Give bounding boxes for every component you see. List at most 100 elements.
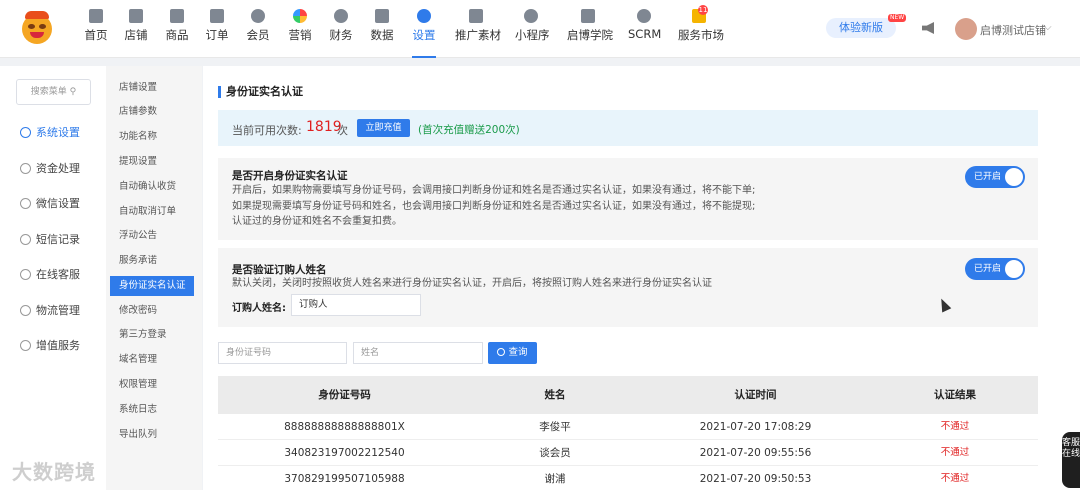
share-icon <box>469 9 483 23</box>
sidebar-item-wechat[interactable]: 微信设置 <box>0 187 106 221</box>
time-cell: 2021-07-20 17:08:29 <box>699 421 812 433</box>
nav-member[interactable]: 会员 <box>246 9 270 49</box>
nav-settings[interactable]: 设置 <box>412 9 436 58</box>
id-number-input[interactable]: 身份证号码 <box>218 342 347 364</box>
submenu-item-id-verification[interactable]: 身份证实名认证 <box>110 276 194 296</box>
submenu-item[interactable]: 系统日志 <box>110 400 194 420</box>
nav-store[interactable]: 店铺 <box>124 9 148 49</box>
submenu-item[interactable]: 功能名称 <box>110 127 194 147</box>
submenu-item[interactable]: 自动取消订单 <box>110 202 194 222</box>
page-title: 身份证实名认证 <box>218 86 303 98</box>
headset-icon <box>20 269 31 280</box>
enable-verification-toggle[interactable]: 已开启 <box>965 166 1025 188</box>
name-cell: 谈会员 <box>539 447 571 459</box>
try-new-version-button[interactable]: 体验新版 <box>826 18 896 38</box>
id-number-cell: 370829199507105988 <box>284 473 405 485</box>
member-icon <box>251 9 265 23</box>
result-cell: 不通过 <box>940 421 970 432</box>
recharge-button[interactable]: 立即充值 <box>357 119 410 137</box>
submenu-item[interactable]: 域名管理 <box>110 350 194 370</box>
submenu-item[interactable]: 第三方登录 <box>110 325 194 345</box>
submenu-item[interactable]: 店铺设置 <box>110 78 194 98</box>
wechat-icon <box>20 198 31 209</box>
home-icon <box>89 9 103 23</box>
settings-submenu: 店铺设置 店铺参数 功能名称 提现设置 自动确认收货 自动取消订单 浮动公告 服… <box>106 66 202 490</box>
menu-search-input[interactable]: 搜索菜单 ⚲ <box>16 79 91 105</box>
nav-academy[interactable]: 启博学院 <box>567 9 613 49</box>
sidebar-item-support[interactable]: 在线客服 <box>0 258 106 292</box>
nav-data[interactable]: 数据 <box>370 9 394 49</box>
query-button[interactable]: 查询 <box>488 342 537 364</box>
speaker-icon[interactable] <box>922 22 934 34</box>
nav-goods[interactable]: 商品 <box>165 9 189 49</box>
id-number-cell: 88888888888888801X <box>284 421 405 433</box>
time-cell: 2021-07-20 09:50:53 <box>699 473 812 485</box>
time-cell: 2021-07-20 09:55:56 <box>699 447 812 459</box>
gear-icon <box>20 127 31 138</box>
sidebar-item-system-settings[interactable]: 系统设置 <box>0 116 106 150</box>
buyer-name-panel: 是否验证订购人姓名 默认关闭，关闭时按照收货人姓名来进行身份证实名认证，开启后，… <box>218 248 1038 327</box>
table-row: 340823197002212540 谈会员 2021-07-20 09:55:… <box>218 440 1038 466</box>
sidebar-item-funds[interactable]: 资金处理 <box>0 152 106 186</box>
notification-badge: 11 <box>698 5 708 15</box>
store-icon <box>129 9 143 23</box>
nav-order[interactable]: 订单 <box>205 9 229 49</box>
panel-title: 是否验证订购人姓名 <box>232 264 327 276</box>
logo-icon[interactable] <box>22 11 52 44</box>
column-header: 认证时间 <box>734 389 777 401</box>
top-nav: 首页 店铺 商品 订单 会员 营销 财务 数据 设置 推广素材 小程序 启博学院… <box>0 0 1080 58</box>
submenu-item[interactable]: 浮动公告 <box>110 226 194 246</box>
nav-share[interactable]: 推广素材 <box>455 9 501 49</box>
result-cell: 不通过 <box>940 473 970 484</box>
name-cell: 李俊平 <box>539 421 571 433</box>
table-header: 身份证号码 姓名 认证时间 认证结果 <box>218 376 1038 414</box>
marketing-icon <box>293 9 307 23</box>
academy-icon <box>581 9 595 23</box>
search-icon <box>497 348 506 356</box>
sidebar-item-logistics[interactable]: 物流管理 <box>0 294 106 328</box>
sidebar-item-value-added[interactable]: 增值服务 <box>0 329 106 363</box>
submenu-item[interactable]: 导出队列 <box>110 425 194 445</box>
nav-service-market[interactable]: 11 服务市场 <box>678 5 724 49</box>
result-cell: 不通过 <box>940 447 970 458</box>
goods-icon <box>170 9 184 23</box>
column-header: 姓名 <box>544 389 566 401</box>
toggle-knob <box>1005 168 1023 186</box>
main-content: 身份证实名认证 当前可用次数: 1819 次 立即充值 (首次充值赠送200次)… <box>203 66 1080 490</box>
panel-description: 开启后，如果购物需要填写身份证号码，会调用接口判断身份证和姓名是否通过实名认证，… <box>232 185 756 227</box>
nav-miniprogram[interactable]: 小程序 <box>515 9 550 49</box>
sidebar: 搜索菜单 ⚲ 系统设置 资金处理 微信设置 短信记录 在线客服 物流管理 增值服… <box>0 66 106 490</box>
nav-finance[interactable]: 财务 <box>329 9 353 49</box>
gift-note: (首次充值赠送200次) <box>418 124 520 136</box>
buyer-name-toggle[interactable]: 已开启 <box>965 258 1025 280</box>
submenu-item[interactable]: 权限管理 <box>110 375 194 395</box>
nav-home[interactable]: 首页 <box>84 9 108 49</box>
id-number-cell: 340823197002212540 <box>284 447 405 459</box>
enable-verification-panel: 是否开启身份证实名认证 开启后，如果购物需要填写身份证号码，会调用接口判断身份证… <box>218 158 1038 240</box>
nav-marketing[interactable]: 营销 <box>288 9 312 49</box>
submenu-item[interactable]: 修改密码 <box>110 301 194 321</box>
name-input[interactable]: 姓名 <box>353 342 483 364</box>
chevron-down-icon[interactable]: ⌵ <box>1044 22 1052 33</box>
nav-scrm[interactable]: SCRM <box>628 9 661 49</box>
count-unit: 次 <box>337 124 348 137</box>
avatar[interactable] <box>955 18 977 40</box>
service-market-icon: 11 <box>692 5 708 23</box>
column-header: 身份证号码 <box>318 389 371 401</box>
submenu-item[interactable]: 提现设置 <box>110 152 194 172</box>
finance-icon <box>334 9 348 23</box>
panel-title: 是否开启身份证实名认证 <box>232 170 348 182</box>
shop-name[interactable]: 启博测试店铺 <box>980 22 1046 38</box>
order-icon <box>210 9 224 23</box>
usage-count-bar: 当前可用次数: 1819 次 立即充值 (首次充值赠送200次) <box>218 110 1038 146</box>
name-cell: 谢浦 <box>544 473 566 485</box>
submenu-item[interactable]: 服务承诺 <box>110 251 194 271</box>
online-service-tab[interactable]: 客服在线 <box>1062 432 1080 488</box>
submenu-item[interactable]: 店铺参数 <box>110 102 194 122</box>
sidebar-item-sms[interactable]: 短信记录 <box>0 223 106 257</box>
data-icon <box>375 9 389 23</box>
buyer-name-input[interactable]: 订购人 <box>291 294 421 316</box>
truck-icon <box>20 305 31 316</box>
verification-table: 身份证号码 姓名 认证时间 认证结果 88888888888888801X 李俊… <box>218 376 1038 490</box>
submenu-item[interactable]: 自动确认收货 <box>110 177 194 197</box>
